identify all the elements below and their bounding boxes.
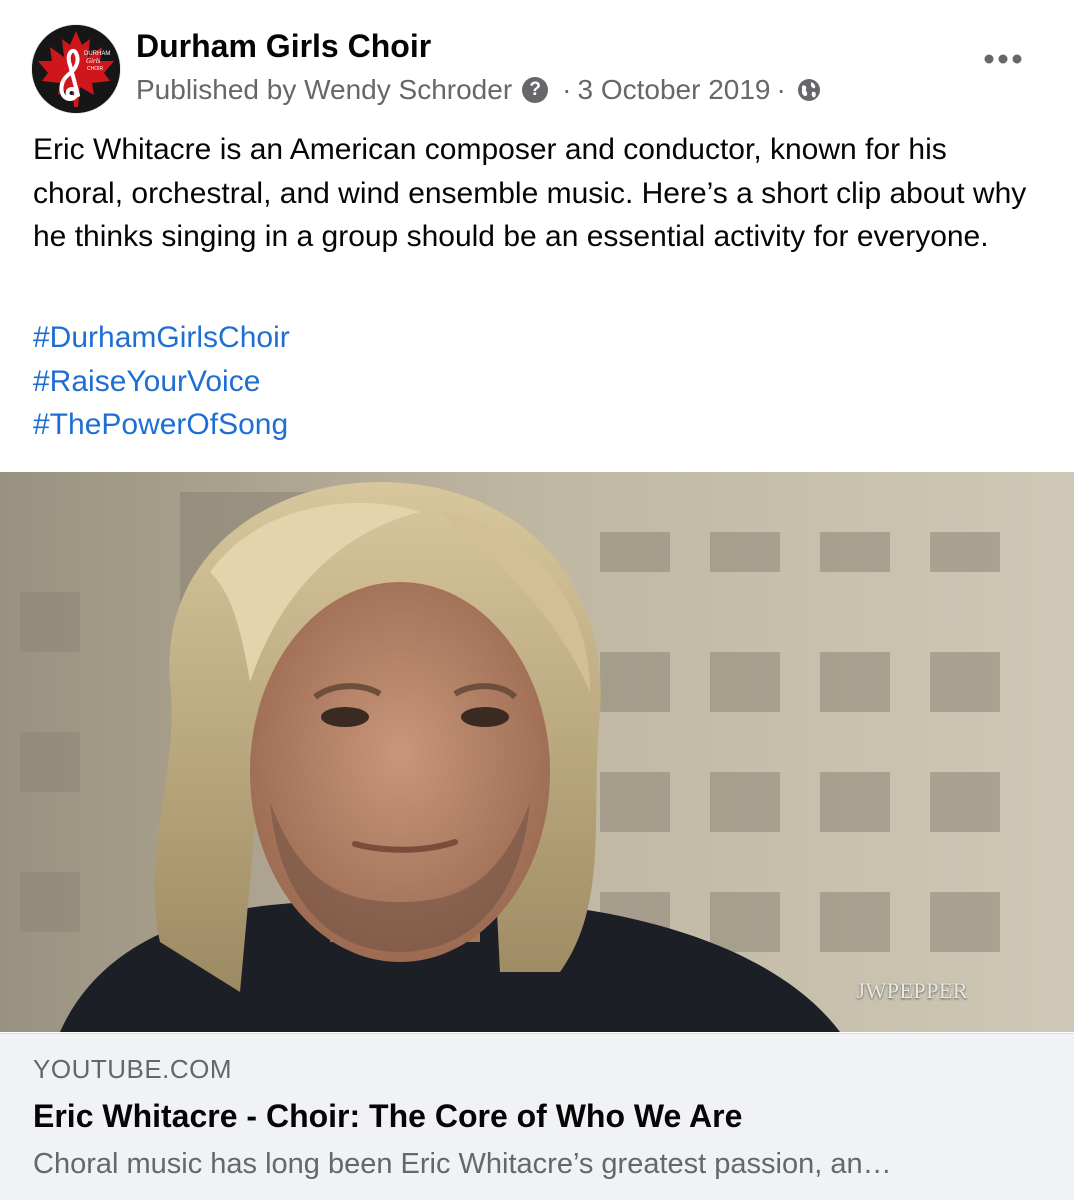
hashtag-list: #DurhamGirlsChoir #RaiseYourVoice #ThePo… [33, 316, 290, 447]
page-name-link[interactable]: Durham Girls Choir [136, 28, 431, 65]
more-options-icon[interactable] [984, 52, 1022, 66]
separator: · [562, 74, 572, 105]
link-description: Choral music has long been Eric Whitacre… [33, 1148, 892, 1180]
hashtag-link[interactable]: #RaiseYourVoice [33, 360, 290, 404]
post-text: Eric Whitacre is an American composer an… [33, 133, 1027, 253]
post-meta: Published by Wendy Schroder ? · 3 Octobe… [136, 74, 822, 106]
globe-icon[interactable] [796, 77, 822, 103]
video-thumbnail[interactable]: JWPEPPER [0, 472, 1074, 1032]
separator: · [776, 74, 786, 105]
link-domain: YOUTUBE.COM [33, 1054, 233, 1084]
logo-text-3: CHOIR [87, 66, 104, 72]
link-title[interactable]: Eric Whitacre - Choir: The Core of Who W… [33, 1098, 742, 1135]
post-date[interactable]: 3 October 2019 [577, 74, 770, 106]
link-preview-card[interactable]: YOUTUBE.COM Eric Whitacre - Choir: The C… [0, 1033, 1074, 1200]
published-by: Published by Wendy Schroder [136, 74, 513, 105]
hashtag-link[interactable]: #DurhamGirlsChoir [33, 316, 290, 360]
post-header: DURHAM Girls CHOIR Durham Girls Choir Pu… [0, 0, 1074, 120]
choir-logo-icon: DURHAM Girls CHOIR [32, 25, 120, 113]
video-watermark: JWPEPPER [856, 978, 968, 1003]
help-icon[interactable]: ? [522, 77, 549, 103]
video-thumbnail-image [0, 472, 1074, 1032]
hashtag-link[interactable]: #ThePowerOfSong [33, 403, 290, 447]
logo-text-2: Girls [86, 57, 101, 65]
page-avatar[interactable]: DURHAM Girls CHOIR [32, 25, 120, 113]
